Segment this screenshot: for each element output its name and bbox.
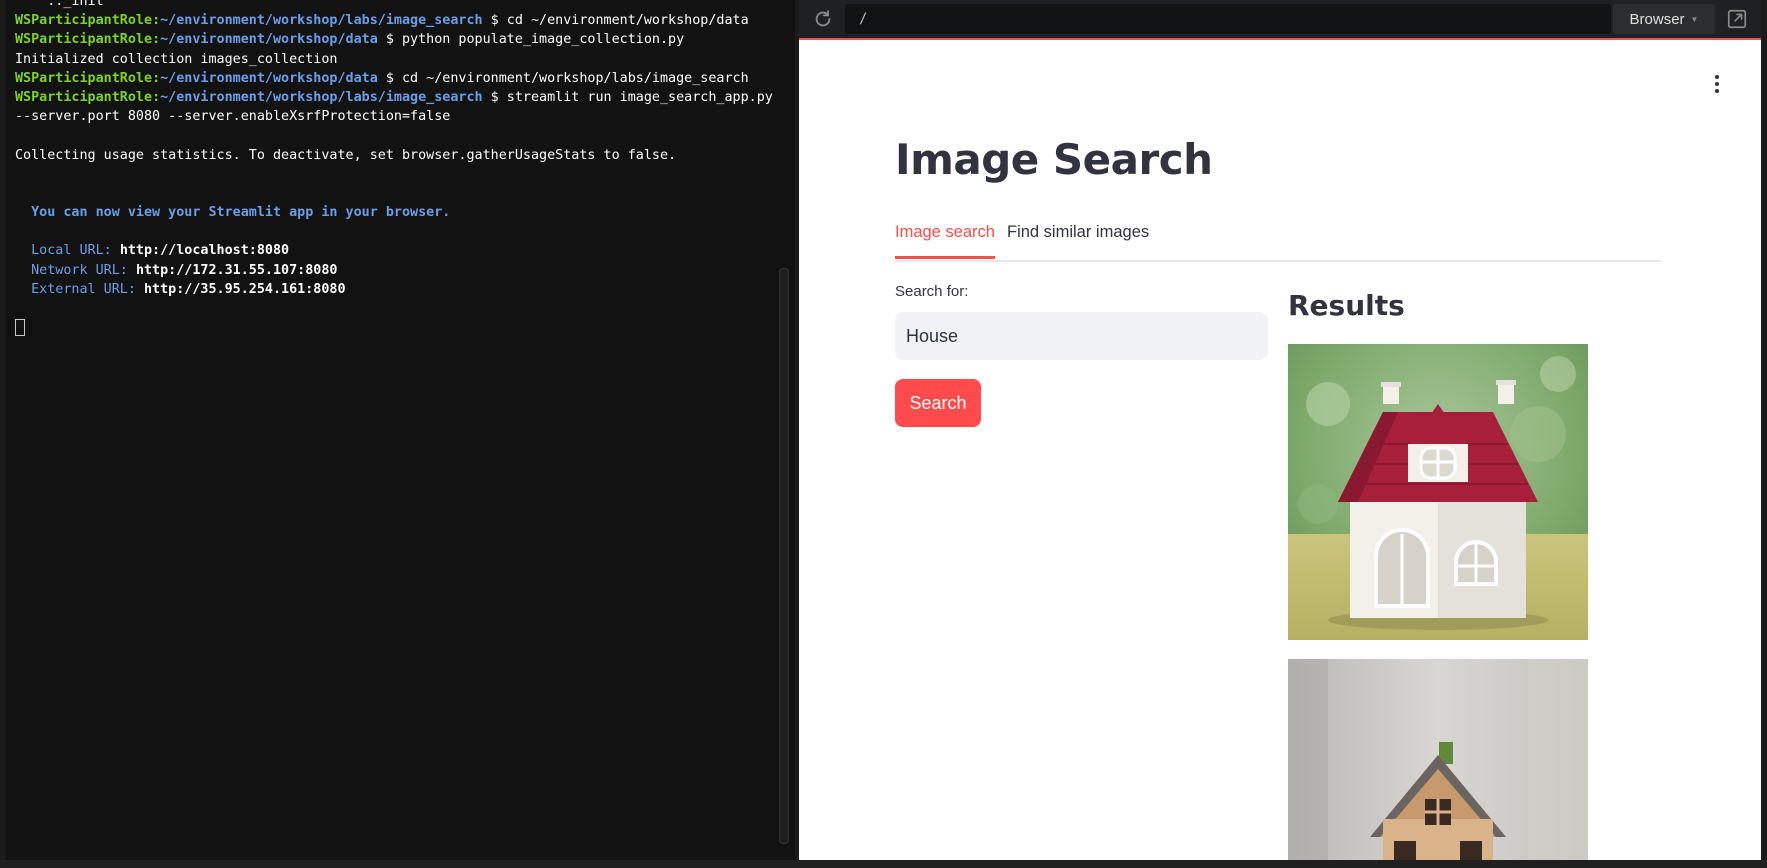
terminal-line: Initialized collection images_collection [15, 51, 338, 67]
terminal-line: You can now view your Streamlit app in y… [15, 205, 451, 221]
search-button[interactable]: Search [895, 379, 981, 427]
kebab-menu-icon[interactable] [1711, 72, 1723, 96]
terminal-line: .._init [15, 0, 104, 9]
window-bottom-edge [0, 860, 1767, 868]
tab-find-similar-images[interactable]: Find similar images [1007, 220, 1149, 258]
reload-icon[interactable] [811, 7, 835, 31]
search-label: Search for: [895, 283, 969, 300]
terminal-cursor [15, 318, 25, 336]
page-title: Image Search [895, 135, 1213, 184]
terminal-line: External URL: http://35.95.254.161:8080 [15, 281, 346, 297]
local-url-link[interactable]: http://localhost:8080 [120, 243, 289, 258]
terminal-line: WSParticipantRole:~/environment/workshop… [15, 70, 749, 86]
tab-bar: Image search Find similar images [895, 220, 1661, 262]
popout-icon[interactable] [1725, 7, 1749, 31]
browser-mode-dropdown[interactable]: Browser ▼ [1613, 4, 1715, 34]
terminal-line: WSParticipantRole:~/environment/workshop… [15, 32, 685, 48]
terminal-line: Network URL: http://172.31.55.107:8080 [15, 262, 338, 278]
external-url-link[interactable]: http://35.95.254.161:8080 [144, 282, 346, 297]
results-heading: Results [1288, 289, 1405, 322]
terminal-output: .._init WSParticipantRole:~/environment/… [15, 0, 775, 337]
terminal-line: WSParticipantRole:~/environment/workshop… [15, 13, 749, 29]
terminal-line: --server.port 8080 --server.enableXsrfPr… [15, 109, 451, 125]
search-input[interactable] [895, 312, 1268, 360]
terminal-pane[interactable]: .._init WSParticipantRole:~/environment/… [6, 0, 795, 860]
result-image-wooden-house [1288, 659, 1588, 860]
result-image-red-roof-house [1288, 344, 1588, 640]
url-bar[interactable]: / [845, 4, 1611, 34]
tab-image-search[interactable]: Image search [895, 220, 995, 259]
browser-toolbar: / Browser ▼ [799, 0, 1761, 40]
terminal-line [15, 318, 775, 337]
network-url-link[interactable]: http://172.31.55.107:8080 [136, 263, 338, 278]
terminal-line: Local URL: http://localhost:8080 [15, 243, 290, 259]
terminal-line: WSParticipantRole:~/environment/workshop… [15, 89, 773, 105]
chevron-down-icon: ▼ [1690, 14, 1699, 24]
browser-mode-label: Browser [1629, 10, 1685, 28]
terminal-line: Collecting usage statistics. To deactiva… [15, 147, 677, 163]
terminal-scrollbar[interactable] [779, 268, 789, 844]
browser-pane: / Browser ▼ Image Search Image search Fi… [799, 0, 1761, 860]
